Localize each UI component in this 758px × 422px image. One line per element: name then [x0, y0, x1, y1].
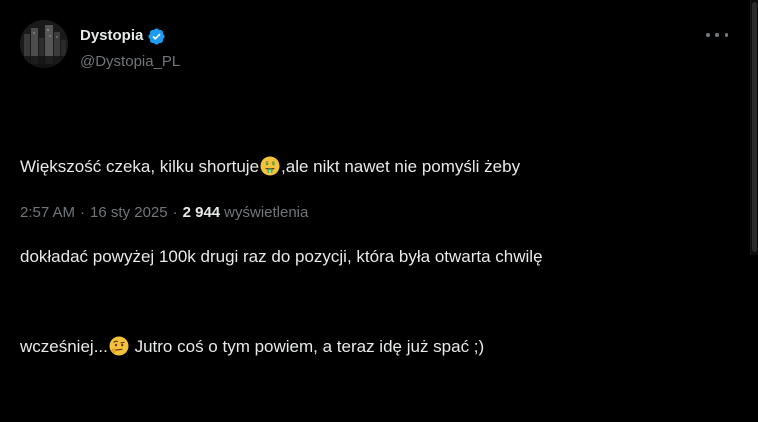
- more-options-icon[interactable]: [706, 30, 728, 40]
- tweet-meta: 2:57 AM · 16 sty 2025 · 2 944 wyświetlen…: [20, 203, 308, 223]
- tweet-line-3: wcześniej... Jutro coś o tym powiem, a t…: [20, 332, 732, 362]
- avatar[interactable]: [20, 20, 68, 68]
- tweet-card: Dystopia @Dystopia_PL Większość czeka, k…: [0, 0, 751, 356]
- tweet-text-segment: Jutro coś o tym powiem, a teraz idę już …: [129, 337, 485, 356]
- more-dot: [715, 33, 719, 37]
- verified-badge-icon: [147, 27, 166, 46]
- tweet-text-segment: ,ale nikt nawet nie pomyśli żeby: [281, 157, 521, 176]
- meta-separator: ·: [172, 204, 178, 221]
- scrollbar[interactable]: [750, 0, 758, 255]
- views-count[interactable]: 2 944: [183, 203, 221, 223]
- dark-city-avatar-icon: [20, 20, 68, 68]
- display-name[interactable]: Dystopia: [80, 26, 143, 46]
- tweet-line-1: Większość czeka, kilku shortuje $ $ $ ,a…: [20, 152, 732, 182]
- more-dot: [706, 33, 710, 37]
- face-with-raised-eyebrow-emoji-icon: [109, 336, 129, 356]
- money-mouth-face-emoji-icon: $ $ $: [260, 156, 280, 176]
- tweet-line-2: dokładać powyżej 100k drugi raz do pozyc…: [20, 247, 543, 266]
- author-name-row[interactable]: Dystopia: [80, 26, 166, 46]
- scrollbar-thumb[interactable]: [752, 2, 757, 252]
- more-dot: [724, 33, 728, 37]
- tweet-text-segment: Większość czeka, kilku shortuje: [20, 157, 260, 176]
- tweet-date[interactable]: 16 sty 2025: [90, 203, 168, 223]
- tweet-text: Większość czeka, kilku shortuje $ $ $ ,a…: [20, 92, 732, 422]
- tweet-time[interactable]: 2:57 AM: [20, 203, 75, 223]
- views-label[interactable]: wyświetlenia: [224, 203, 308, 223]
- svg-text:$: $: [265, 161, 269, 167]
- svg-text:$: $: [272, 161, 276, 167]
- author-handle[interactable]: @Dystopia_PL: [80, 52, 180, 72]
- tweet-text-segment: wcześniej...: [20, 337, 108, 356]
- meta-separator: ·: [80, 204, 86, 221]
- svg-text:$: $: [269, 168, 272, 173]
